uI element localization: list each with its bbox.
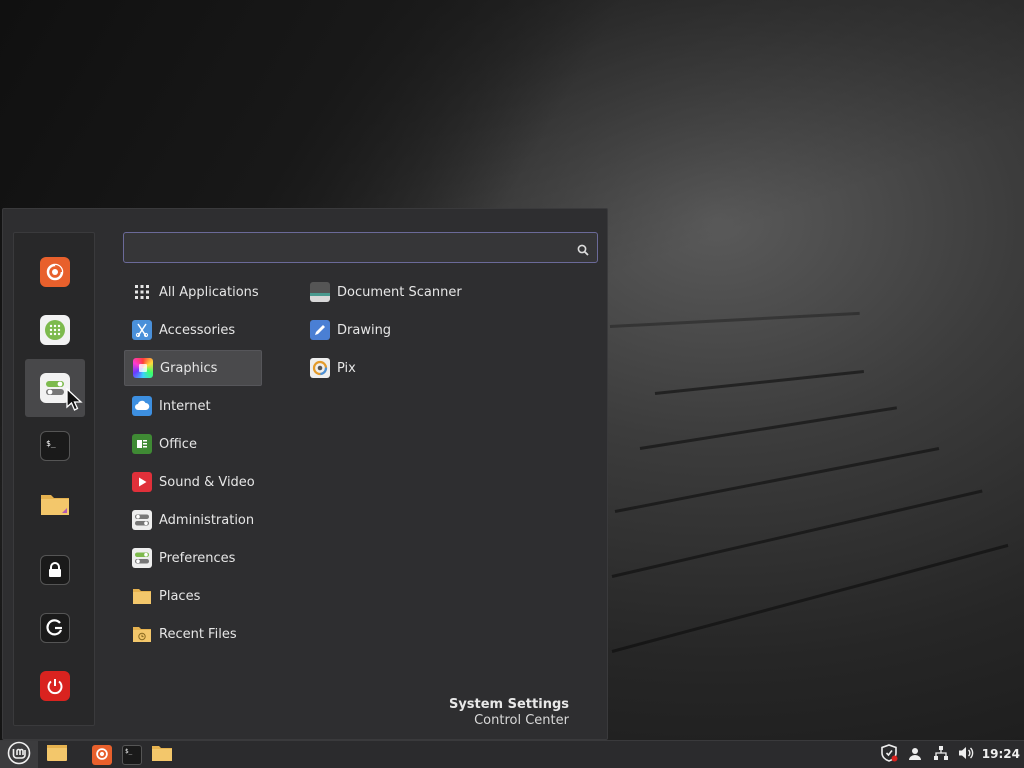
firefox-icon [95,746,109,765]
favorite-firefox[interactable] [25,243,85,301]
category-recent-files[interactable]: Recent Files [124,616,262,652]
panel-launcher-terminal[interactable]: $_ [122,745,142,765]
power-icon [40,671,70,701]
drawing-icon [310,320,330,340]
category-label: Office [159,436,197,452]
tray-network[interactable] [932,746,950,764]
wallpaper-stripe [639,406,898,450]
lock-icon [40,555,70,585]
scanner-icon [310,282,330,302]
favorites-sidebar: $_ [13,232,95,726]
category-places[interactable]: Places [124,578,262,614]
favorite-terminal[interactable]: $_ [25,417,85,475]
favorite-quit[interactable] [25,657,85,715]
panel-launcher-folder[interactable] [151,745,173,765]
app-drawing[interactable]: Drawing [303,312,503,348]
app-pix[interactable]: Pix [303,350,503,386]
bottom-panel: $_ 19:24 [0,740,1024,768]
volume-icon [958,745,976,765]
play-icon [132,472,152,492]
cloud-icon [132,396,152,416]
category-label: Administration [159,512,255,528]
tray-update-manager[interactable] [880,744,898,766]
svg-text:$_: $_ [46,439,56,448]
category-label: Preferences [159,550,236,566]
category-preferences[interactable]: Preferences [124,540,262,576]
files-icon [46,744,68,766]
category-internet[interactable]: Internet [124,388,262,424]
logout-icon [40,613,70,643]
category-label: Sound & Video [159,474,255,490]
category-all-applications[interactable]: All Applications [124,274,262,310]
panel-launcher-files[interactable] [46,745,68,765]
category-administration[interactable]: Administration [124,502,262,538]
preferences-icon [132,548,152,568]
terminal-icon: $_ [40,431,70,461]
toggles-icon [132,510,152,530]
tray-volume[interactable] [958,746,976,764]
item-description: System Settings Control Center [449,697,569,729]
pix-icon [310,358,330,378]
category-label: Graphics [160,360,218,376]
application-menu: $_ All Applications Accessories Graphics… [2,208,608,740]
grid-icon [132,282,152,302]
category-label: Accessories [159,322,236,338]
wallpaper-stripe [654,370,865,395]
menu-button[interactable] [0,741,38,768]
category-accessories[interactable]: Accessories [124,312,262,348]
svg-text:$_: $_ [125,748,133,755]
user-icon [908,746,922,765]
app-label: Pix [337,360,356,376]
category-label: Places [159,588,201,604]
app-document-scanner[interactable]: Document Scanner [303,274,503,310]
category-label: All Applications [159,284,259,300]
favorite-software-manager[interactable] [25,301,85,359]
category-sound-video[interactable]: Sound & Video [124,464,262,500]
search-icon[interactable] [577,241,589,260]
search-input[interactable] [132,237,562,259]
description-title: System Settings [448,697,569,712]
terminal-icon: $_ [124,745,140,765]
tray-user[interactable] [906,746,924,764]
scissors-icon [132,320,152,340]
favorite-logout[interactable] [25,599,85,657]
favorite-files[interactable] [25,475,85,533]
mouse-cursor [66,387,84,416]
office-icon [132,434,152,454]
search-box[interactable] [123,232,598,263]
app-label: Document Scanner [337,284,462,300]
category-label: Recent Files [159,626,237,642]
category-label: Internet [159,398,211,414]
panel-clock[interactable]: 19:24 [982,747,1020,761]
recent-folder-icon [132,624,152,644]
favorite-lock-screen[interactable] [25,541,85,599]
category-graphics[interactable]: Graphics [124,350,262,386]
network-icon [933,745,949,765]
panel-launcher-firefox[interactable] [92,745,112,765]
software-manager-icon [40,315,70,345]
app-label: Drawing [337,322,392,338]
graphics-icon [133,358,153,378]
firefox-icon [40,257,70,287]
folder-icon [40,489,70,519]
mint-logo-icon [7,741,31,768]
folder-icon [132,586,152,606]
wallpaper-stripe [609,311,860,328]
shield-icon [880,744,898,766]
folder-icon [151,744,173,766]
wallpaper-stripe [614,447,940,513]
description-subtitle: Control Center [474,713,569,728]
category-office[interactable]: Office [124,426,262,462]
